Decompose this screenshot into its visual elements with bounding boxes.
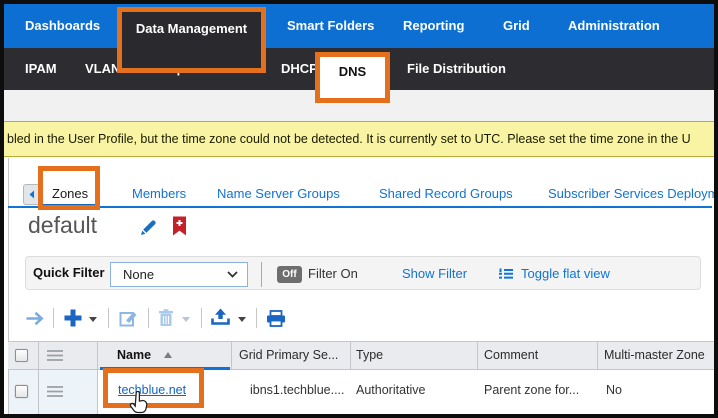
trash-icon bbox=[158, 309, 174, 327]
chevron-down-icon bbox=[227, 271, 238, 278]
page-title: default bbox=[28, 212, 97, 239]
pencil-icon bbox=[138, 217, 159, 238]
printer-icon bbox=[266, 310, 286, 327]
arrow-right-icon bbox=[25, 311, 48, 326]
nav-smart-folders[interactable]: Smart Folders bbox=[287, 4, 374, 48]
filter-toggle[interactable]: Off bbox=[277, 266, 302, 283]
quick-filter-label: Quick Filter bbox=[33, 265, 105, 280]
nav-reporting[interactable]: Reporting bbox=[403, 4, 464, 48]
column-divider bbox=[97, 341, 98, 414]
toolbar-separator bbox=[148, 308, 149, 328]
edit-square-icon bbox=[119, 309, 138, 327]
go-button[interactable] bbox=[25, 311, 48, 331]
tab-scroll-left-button[interactable] bbox=[23, 184, 40, 205]
cell-multi-master: No bbox=[606, 383, 622, 397]
nav-administration[interactable]: Administration bbox=[568, 4, 660, 48]
nav-data-management-label: Data Management bbox=[136, 21, 247, 36]
cell-type: Authoritative bbox=[356, 383, 425, 397]
app-window: Dashboards Smart Folders Reporting Grid … bbox=[0, 0, 718, 418]
toggle-flat-view-link[interactable]: Toggle flat view bbox=[521, 266, 610, 281]
column-divider bbox=[231, 341, 232, 370]
subnav-dns-label: DNS bbox=[339, 64, 366, 79]
bookmark-add-icon bbox=[172, 216, 187, 237]
edit-button[interactable] bbox=[119, 309, 138, 332]
header-menu-icon[interactable] bbox=[46, 349, 64, 367]
subnav-ipam[interactable]: IPAM bbox=[25, 48, 57, 90]
toolbar-separator bbox=[53, 308, 54, 328]
tab-strip-underline bbox=[8, 206, 712, 208]
print-button[interactable] bbox=[266, 310, 286, 332]
main-nav: Dashboards Smart Folders Reporting Grid … bbox=[4, 4, 714, 48]
add-dropdown-caret[interactable] bbox=[89, 317, 97, 322]
column-header-name[interactable]: Name bbox=[117, 348, 151, 362]
cell-comment: Parent zone for... bbox=[484, 383, 579, 397]
tab-name-server-groups[interactable]: Name Server Groups bbox=[217, 186, 340, 201]
toolbar-separator bbox=[108, 308, 109, 328]
sorted-column-underline bbox=[100, 367, 230, 370]
column-header-comment[interactable]: Comment bbox=[484, 348, 538, 362]
add-button[interactable] bbox=[63, 308, 83, 333]
toolbar-separator bbox=[201, 308, 202, 328]
delete-button[interactable] bbox=[158, 309, 174, 332]
import-export-button[interactable] bbox=[211, 308, 230, 331]
nav-dashboards[interactable]: Dashboards bbox=[25, 4, 100, 48]
timezone-warning-text: bled in the User Profile, but the time z… bbox=[7, 122, 714, 156]
column-divider bbox=[38, 341, 39, 414]
active-tab-indicator bbox=[42, 204, 99, 209]
column-divider bbox=[350, 341, 351, 370]
filter-divider bbox=[261, 262, 262, 287]
flat-view-list-icon[interactable] bbox=[498, 267, 514, 285]
sort-ascending-icon bbox=[164, 352, 172, 358]
edit-view-button[interactable] bbox=[138, 217, 159, 243]
cell-grid-primary: ibns1.techblue.... bbox=[250, 383, 345, 397]
row-checkbox[interactable] bbox=[15, 385, 28, 398]
quick-filter-dropdown[interactable]: None bbox=[110, 262, 248, 287]
delete-dropdown-caret[interactable] bbox=[182, 317, 190, 322]
toolbar-separator bbox=[256, 308, 257, 328]
column-header-multi-master[interactable]: Multi-master Zone bbox=[604, 348, 705, 362]
nav-grid[interactable]: Grid bbox=[503, 4, 530, 48]
filter-toggle-state: Off bbox=[282, 269, 296, 280]
column-divider bbox=[597, 341, 598, 370]
tab-members[interactable]: Members bbox=[132, 186, 186, 201]
filter-on-label: Filter On bbox=[308, 266, 358, 281]
show-filter-link[interactable]: Show Filter bbox=[402, 266, 467, 281]
timezone-warning-banner: bled in the User Profile, but the time z… bbox=[4, 121, 714, 157]
chevron-left-icon bbox=[28, 190, 35, 199]
nav-data-management-highlight[interactable]: Data Management bbox=[117, 7, 266, 73]
row-menu-icon[interactable] bbox=[46, 385, 64, 403]
tab-subscriber-services[interactable]: Subscriber Services Deploym bbox=[548, 186, 718, 201]
column-header-type[interactable]: Type bbox=[356, 348, 383, 362]
select-all-checkbox[interactable] bbox=[15, 349, 28, 362]
column-divider bbox=[477, 341, 478, 370]
hand-cursor-icon bbox=[128, 391, 149, 418]
tab-zones[interactable]: Zones bbox=[52, 186, 88, 201]
import-export-dropdown-caret[interactable] bbox=[238, 317, 246, 322]
column-header-grid-primary[interactable]: Grid Primary Se... bbox=[239, 348, 338, 362]
tab-shared-record-groups[interactable]: Shared Record Groups bbox=[379, 186, 513, 201]
upload-icon bbox=[211, 308, 230, 326]
subnav-file-distribution[interactable]: File Distribution bbox=[407, 48, 506, 90]
subnav-dns-highlight[interactable]: DNS bbox=[315, 52, 390, 103]
quick-filter-value: None bbox=[123, 267, 227, 282]
subnav-dhcp[interactable]: DHCP bbox=[281, 48, 318, 90]
bookmark-button[interactable] bbox=[172, 216, 187, 242]
plus-icon bbox=[63, 308, 83, 328]
